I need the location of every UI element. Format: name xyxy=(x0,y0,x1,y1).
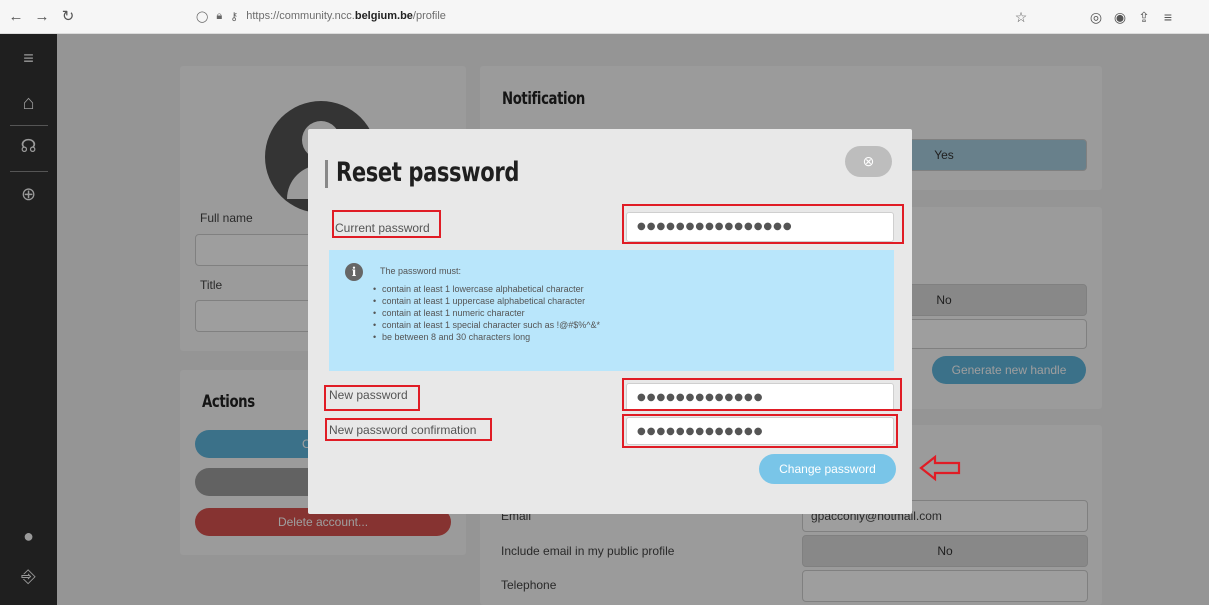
support-icon[interactable]: ☊ xyxy=(0,136,57,157)
reset-password-dialog: Reset password ⊗ Current password ●●●●●●… xyxy=(308,129,912,514)
user-icon[interactable]: ● xyxy=(0,526,57,547)
sidebar-divider xyxy=(10,171,48,172)
rule-item: contain at least 1 lowercase alphabetica… xyxy=(373,283,600,295)
rules-heading: The password must: xyxy=(380,266,462,276)
close-icon[interactable]: ⊗ xyxy=(845,146,892,177)
rule-item: contain at least 1 uppercase alphabetica… xyxy=(373,295,600,307)
password-rules-box: i The password must: contain at least 1 … xyxy=(329,250,894,371)
highlight-box xyxy=(622,414,898,448)
change-password-submit-button[interactable]: Change password xyxy=(759,454,896,484)
shield-icon: ◯ xyxy=(196,10,209,23)
rule-item: be between 8 and 30 characters long xyxy=(373,331,600,343)
annotation-arrow-icon xyxy=(919,454,961,482)
menu-icon[interactable]: ≡ xyxy=(0,48,57,69)
rule-item: contain at least 1 special character suc… xyxy=(373,319,600,331)
forward-icon[interactable]: → xyxy=(32,7,52,27)
lock-icon: 🔒︎ xyxy=(216,9,223,22)
sidebar-divider xyxy=(10,125,48,126)
dialog-title: Reset password xyxy=(336,157,520,188)
back-icon[interactable]: ← xyxy=(6,7,26,27)
highlight-box xyxy=(325,418,492,441)
key-icon: ⚷ xyxy=(230,10,239,23)
exit-icon[interactable]: ⎆ xyxy=(0,566,57,587)
bookmark-star-icon[interactable]: ☆ xyxy=(1011,7,1031,27)
rules-list: contain at least 1 lowercase alphabetica… xyxy=(373,283,600,343)
highlight-box xyxy=(622,378,902,411)
url-text: https://community.ncc.belgium.be/profile xyxy=(246,10,446,22)
title-accent-bar xyxy=(325,160,328,188)
highlight-box xyxy=(622,204,904,244)
reload-icon[interactable]: ↻ xyxy=(58,7,78,27)
highlight-box xyxy=(324,385,420,411)
add-circle-icon[interactable]: ⊕ xyxy=(0,184,57,205)
highlight-box xyxy=(332,210,441,238)
browser-toolbar: ← → ↻ ◯ 🔒︎ ⚷ https://community.ncc.belgi… xyxy=(0,0,1209,34)
account-icon[interactable]: ◉ xyxy=(1110,7,1130,27)
app-menu-icon[interactable]: ≡ xyxy=(1158,7,1178,27)
extensions-icon[interactable]: ⇪ xyxy=(1134,7,1154,27)
info-icon: i xyxy=(345,263,363,281)
rule-item: contain at least 1 numeric character xyxy=(373,307,600,319)
left-sidebar: ≡ ⌂ ☊ ⊕ ● ⎆ xyxy=(0,34,57,605)
address-bar[interactable]: ◯ 🔒︎ ⚷ https://community.ncc.belgium.be/… xyxy=(196,5,446,27)
home-icon[interactable]: ⌂ xyxy=(0,92,57,115)
pocket-icon[interactable]: ◎ xyxy=(1086,7,1106,27)
